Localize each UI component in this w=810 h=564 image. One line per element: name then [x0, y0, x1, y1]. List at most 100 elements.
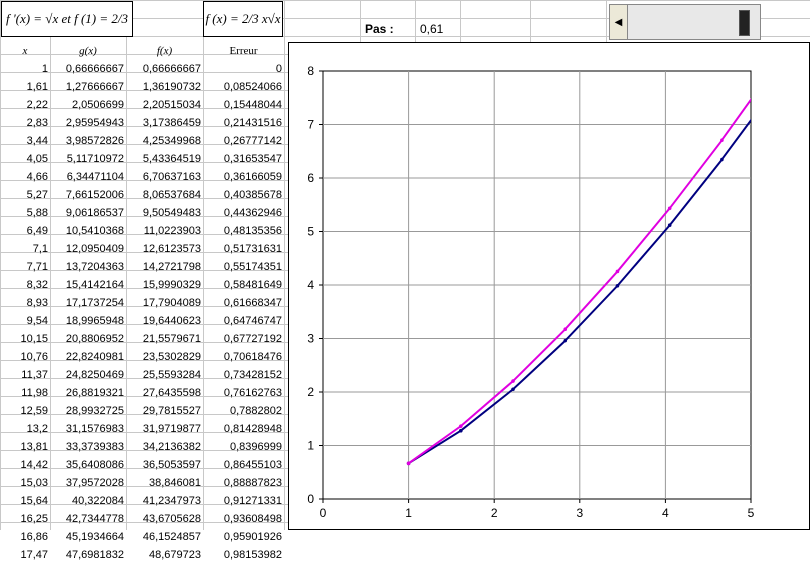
- table-cell[interactable]: 45,1934664: [50, 528, 126, 546]
- table-cell[interactable]: 0,26777142: [203, 132, 284, 150]
- table-cell[interactable]: 0,67727192: [203, 330, 284, 348]
- table-cell[interactable]: 3,44: [0, 132, 50, 150]
- table-cell[interactable]: 0,40385678: [203, 186, 284, 204]
- table-cell[interactable]: 2,0506699: [50, 96, 126, 114]
- table-cell[interactable]: 33,3739383: [50, 438, 126, 456]
- table-cell[interactable]: 0,15448044: [203, 96, 284, 114]
- table-cell[interactable]: 18,9965948: [50, 312, 126, 330]
- table-cell[interactable]: 16,25: [0, 510, 50, 528]
- table-cell[interactable]: 2,83: [0, 114, 50, 132]
- pas-value-cell[interactable]: 0,61: [420, 22, 443, 36]
- table-cell[interactable]: 22,8240981: [50, 348, 126, 366]
- table-cell[interactable]: 11,0223903: [126, 222, 203, 240]
- table-cell[interactable]: 0,91271331: [203, 492, 284, 510]
- column-header[interactable]: Erreur: [203, 42, 284, 60]
- table-cell[interactable]: 0,98153982: [203, 546, 284, 564]
- table-cell[interactable]: 0,8396999: [203, 438, 284, 456]
- table-cell[interactable]: 12,6123573: [126, 240, 203, 258]
- table-cell[interactable]: 12,59: [0, 402, 50, 420]
- table-cell[interactable]: 9,50549483: [126, 204, 203, 222]
- table-cell[interactable]: 0,66666667: [50, 60, 126, 78]
- table-cell[interactable]: 23,5302829: [126, 348, 203, 366]
- table-cell[interactable]: 5,43364519: [126, 150, 203, 168]
- table-cell[interactable]: 15,03: [0, 474, 50, 492]
- table-cell[interactable]: 5,88: [0, 204, 50, 222]
- table-cell[interactable]: 0,66666667: [126, 60, 203, 78]
- table-cell[interactable]: 8,32: [0, 276, 50, 294]
- table-cell[interactable]: 10,76: [0, 348, 50, 366]
- table-cell[interactable]: 0,61668347: [203, 294, 284, 312]
- scroll-left-arrow-icon[interactable]: ◀: [610, 5, 628, 39]
- table-cell[interactable]: 34,2136382: [126, 438, 203, 456]
- table-cell[interactable]: 2,22: [0, 96, 50, 114]
- table-cell[interactable]: 19,6440623: [126, 312, 203, 330]
- table-cell[interactable]: 1,36190732: [126, 78, 203, 96]
- table-cell[interactable]: 26,8819321: [50, 384, 126, 402]
- table-cell[interactable]: 7,71: [0, 258, 50, 276]
- table-cell[interactable]: 35,6408086: [50, 456, 126, 474]
- table-cell[interactable]: 0,76162763: [203, 384, 284, 402]
- step-scrollbar[interactable]: ◀: [609, 4, 761, 40]
- table-cell[interactable]: 2,95954943: [50, 114, 126, 132]
- table-cell[interactable]: 3,98572826: [50, 132, 126, 150]
- table-cell[interactable]: 42,7344778: [50, 510, 126, 528]
- table-cell[interactable]: 8,06537684: [126, 186, 203, 204]
- table-cell[interactable]: 10,15: [0, 330, 50, 348]
- table-cell[interactable]: 43,6705628: [126, 510, 203, 528]
- table-cell[interactable]: 1: [0, 60, 50, 78]
- table-cell[interactable]: 0,7882802: [203, 402, 284, 420]
- table-cell[interactable]: 12,0950409: [50, 240, 126, 258]
- table-cell[interactable]: 16,86: [0, 528, 50, 546]
- table-cell[interactable]: 25,5593284: [126, 366, 203, 384]
- table-cell[interactable]: 13,81: [0, 438, 50, 456]
- table-cell[interactable]: 41,2347973: [126, 492, 203, 510]
- table-cell[interactable]: 5,11710972: [50, 150, 126, 168]
- column-header[interactable]: x: [0, 42, 50, 60]
- table-cell[interactable]: 31,9719877: [126, 420, 203, 438]
- table-cell[interactable]: 0,64746747: [203, 312, 284, 330]
- table-cell[interactable]: 0,93608498: [203, 510, 284, 528]
- table-cell[interactable]: 6,70637163: [126, 168, 203, 186]
- table-cell[interactable]: 0,73428152: [203, 366, 284, 384]
- table-cell[interactable]: 24,8250469: [50, 366, 126, 384]
- table-cell[interactable]: 0,08524066: [203, 78, 284, 96]
- table-cell[interactable]: 8,93: [0, 294, 50, 312]
- table-cell[interactable]: 17,7904089: [126, 294, 203, 312]
- table-cell[interactable]: 7,1: [0, 240, 50, 258]
- table-cell[interactable]: 9,54: [0, 312, 50, 330]
- table-cell[interactable]: 6,34471104: [50, 168, 126, 186]
- table-cell[interactable]: 7,66152006: [50, 186, 126, 204]
- column-header[interactable]: f(x): [126, 42, 203, 60]
- table-cell[interactable]: 17,47: [0, 546, 50, 564]
- table-cell[interactable]: 4,05: [0, 150, 50, 168]
- table-cell[interactable]: 48,679723: [126, 546, 203, 564]
- table-cell[interactable]: 37,9572028: [50, 474, 126, 492]
- table-cell[interactable]: 0,51731631: [203, 240, 284, 258]
- table-cell[interactable]: 1,27666667: [50, 78, 126, 96]
- table-cell[interactable]: 0,95901926: [203, 528, 284, 546]
- table-cell[interactable]: 0,86455103: [203, 456, 284, 474]
- table-cell[interactable]: 6,49: [0, 222, 50, 240]
- table-cell[interactable]: 29,7815527: [126, 402, 203, 420]
- table-cell[interactable]: 0: [203, 60, 284, 78]
- table-cell[interactable]: 11,98: [0, 384, 50, 402]
- table-cell[interactable]: 46,1524857: [126, 528, 203, 546]
- table-cell[interactable]: 17,1737254: [50, 294, 126, 312]
- table-cell[interactable]: 1,61: [0, 78, 50, 96]
- table-cell[interactable]: 0,88887823: [203, 474, 284, 492]
- table-cell[interactable]: 36,5053597: [126, 456, 203, 474]
- table-cell[interactable]: 4,66: [0, 168, 50, 186]
- table-cell[interactable]: 38,846081: [126, 474, 203, 492]
- table-cell[interactable]: 14,2721798: [126, 258, 203, 276]
- table-cell[interactable]: 21,5579671: [126, 330, 203, 348]
- table-cell[interactable]: 0,44362946: [203, 204, 284, 222]
- table-cell[interactable]: 11,37: [0, 366, 50, 384]
- column-header[interactable]: g(x): [50, 42, 126, 60]
- table-cell[interactable]: 10,5410368: [50, 222, 126, 240]
- table-cell[interactable]: 4,25349968: [126, 132, 203, 150]
- table-cell[interactable]: 28,9932725: [50, 402, 126, 420]
- scrollbar-thumb[interactable]: [739, 10, 750, 36]
- table-cell[interactable]: 13,7204363: [50, 258, 126, 276]
- table-cell[interactable]: 15,9990329: [126, 276, 203, 294]
- table-cell[interactable]: 0,55174351: [203, 258, 284, 276]
